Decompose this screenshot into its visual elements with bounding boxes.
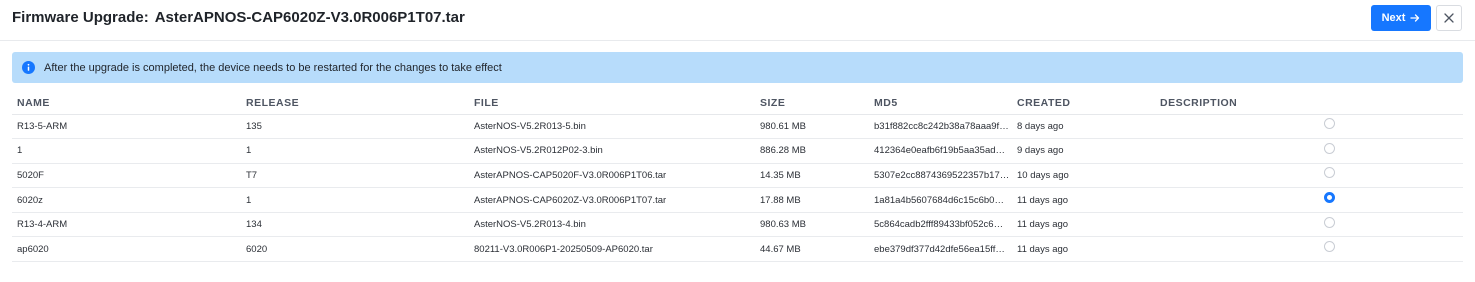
cell-md5: 5c864cadb2fff89433bf052c6… [869, 212, 1012, 238]
column-header-size: SIZE [755, 92, 869, 115]
cell-release: T7 [241, 163, 469, 189]
cell-release: 135 [241, 114, 469, 140]
cell-size: 980.63 MB [755, 212, 869, 238]
cell-description [1155, 187, 1323, 213]
info-alert: After the upgrade is completed, the devi… [12, 52, 1463, 83]
cell-created: 11 days ago [1012, 212, 1155, 238]
cell-file: AsterNOS-V5.2R013-5.bin [469, 114, 755, 140]
cell-md5: 1a81a4b5607684d6c15c6b0… [869, 187, 1012, 213]
cell-release: 1 [241, 138, 469, 164]
table-row[interactable]: R13-5-ARM 135 AsterNOS-V5.2R013-5.bin 98… [12, 114, 1463, 140]
cell-description [1155, 114, 1323, 140]
cell-file: AsterAPNOS-CAP5020F-V3.0R006P1T06.tar [469, 163, 755, 189]
firmware-table: NAME RELEASE FILE SIZE MD5 CREATED DESCR… [12, 92, 1463, 263]
info-icon [22, 61, 35, 74]
cell-md5: 5307e2cc8874369522357b17… [869, 163, 1012, 189]
column-header-release: RELEASE [241, 92, 469, 115]
cell-release: 134 [241, 212, 469, 238]
cell-size: 886.28 MB [755, 138, 869, 164]
column-header-description: DESCRIPTION [1155, 92, 1323, 115]
title-prefix: Firmware Upgrade: [12, 9, 149, 26]
dialog-title: Firmware Upgrade: AsterAPNOS-CAP6020Z-V3.… [12, 9, 465, 26]
table-header-row: NAME RELEASE FILE SIZE MD5 CREATED DESCR… [12, 92, 1463, 115]
cell-created: 11 days ago [1012, 187, 1155, 213]
cell-name: 1 [12, 138, 241, 164]
next-button[interactable]: Next [1371, 5, 1431, 31]
next-button-label: Next [1381, 12, 1406, 24]
cell-md5: b31f882cc8c242b38a78aaa9f… [869, 114, 1012, 140]
row-select-radio[interactable] [1324, 241, 1335, 253]
cell-name: ap6020 [12, 236, 241, 263]
column-header-file: FILE [469, 92, 755, 115]
cell-description [1155, 236, 1323, 263]
cell-file: 80211-V3.0R006P1-20250509-AP6020.tar [469, 236, 755, 263]
cell-name: R13-5-ARM [12, 114, 241, 140]
cell-file: AsterNOS-V5.2R013-4.bin [469, 212, 755, 238]
cell-file: AsterNOS-V5.2R012P02-3.bin [469, 138, 755, 164]
column-header-md5: MD5 [869, 92, 1012, 115]
cell-name: 5020F [12, 163, 241, 189]
row-select-radio[interactable] [1324, 192, 1335, 204]
cell-size: 14.35 MB [755, 163, 869, 189]
row-select-radio[interactable] [1324, 118, 1335, 130]
table-row[interactable]: ap6020 6020 80211-V3.0R006P1-20250509-AP… [12, 236, 1463, 263]
column-header-created: CREATED [1012, 92, 1155, 115]
cell-created: 10 days ago [1012, 163, 1155, 189]
row-select-radio[interactable] [1324, 142, 1335, 154]
cell-name: 6020z [12, 187, 241, 213]
cell-name: R13-4-ARM [12, 212, 241, 238]
cell-size: 980.61 MB [755, 114, 869, 140]
table-row[interactable]: 5020F T7 AsterAPNOS-CAP5020F-V3.0R006P1T… [12, 163, 1463, 189]
cell-description [1155, 163, 1323, 189]
cell-created: 11 days ago [1012, 236, 1155, 263]
cell-file: AsterAPNOS-CAP6020Z-V3.0R006P1T07.tar [469, 187, 755, 213]
cell-release: 6020 [241, 236, 469, 263]
cell-created: 9 days ago [1012, 138, 1155, 164]
cell-size: 44.67 MB [755, 236, 869, 263]
close-button[interactable] [1436, 5, 1462, 31]
cell-release: 1 [241, 187, 469, 213]
title-file: AsterAPNOS-CAP6020Z-V3.0R006P1T07.tar [154, 9, 465, 26]
column-header-name: NAME [12, 92, 241, 115]
column-header-select [1323, 92, 1463, 115]
arrow-right-icon [1410, 14, 1420, 22]
close-icon [1444, 13, 1454, 23]
cell-description [1155, 138, 1323, 164]
table-row[interactable]: 1 1 AsterNOS-V5.2R012P02-3.bin 886.28 MB… [12, 138, 1463, 164]
dialog-header: Firmware Upgrade: AsterAPNOS-CAP6020Z-V3.… [0, 0, 1475, 41]
table-row[interactable]: 6020z 1 AsterAPNOS-CAP6020Z-V3.0R006P1T0… [12, 187, 1463, 213]
cell-size: 17.88 MB [755, 187, 869, 213]
cell-md5: 412364e0eafb6f19b5aa35ad… [869, 138, 1012, 164]
table-row[interactable]: R13-4-ARM 134 AsterNOS-V5.2R013-4.bin 98… [12, 212, 1463, 238]
cell-created: 8 days ago [1012, 114, 1155, 140]
row-select-radio[interactable] [1324, 167, 1335, 179]
cell-description [1155, 212, 1323, 238]
alert-text: After the upgrade is completed, the devi… [44, 61, 502, 74]
cell-md5: ebe379df377d42dfe56ea15ff… [869, 236, 1012, 263]
row-select-radio[interactable] [1324, 216, 1335, 228]
